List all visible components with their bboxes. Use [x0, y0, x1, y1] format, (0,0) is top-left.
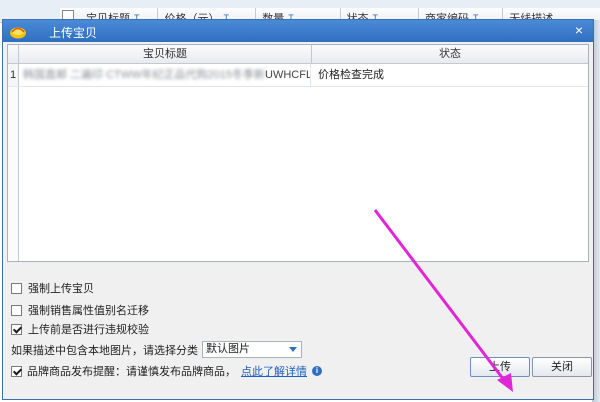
option-force-sales-attr[interactable]: 强制销售属性值别名迁移	[11, 302, 149, 318]
upload-button[interactable]: 上传	[470, 357, 530, 377]
brand-reminder-row[interactable]: 品牌商品发布提醒：请谨慎发布品牌商品， 点此了解详情 i	[11, 363, 322, 379]
force-sales-attr-checkbox[interactable]	[11, 304, 22, 316]
close-icon[interactable]: ×	[571, 22, 587, 38]
grid-header-title[interactable]: 宝贝标题	[19, 45, 312, 63]
row-number: 1	[8, 64, 19, 86]
grid-row-header-strip	[8, 87, 19, 261]
row-item-sku: UWHCFL0100	[265, 69, 310, 81]
grid-header-status[interactable]: 状态	[312, 45, 588, 63]
force-upload-label: 强制上传宝贝	[28, 283, 94, 295]
option-force-upload[interactable]: 强制上传宝贝	[11, 280, 94, 296]
grid-header-corner	[8, 45, 19, 63]
force-sales-attr-label: 强制销售属性值别名迁移	[28, 305, 149, 317]
category-prompt: 如果描述中包含本地图片，请选择分类	[11, 344, 198, 357]
close-button[interactable]: 关闭	[532, 357, 592, 377]
pre-check-checkbox[interactable]	[11, 323, 22, 335]
force-upload-checkbox[interactable]	[11, 282, 22, 294]
info-icon[interactable]: i	[312, 366, 322, 376]
row-item-title: 韩国直邮 二遍印 CTWW年纪正品代购2015冬季新UWHCFL0100	[19, 64, 311, 86]
brand-reminder-label: 品牌商品发布提醒：请谨慎发布品牌商品，	[27, 366, 236, 378]
pre-check-label: 上传前是否进行违规校验	[28, 324, 149, 336]
category-row: 如果描述中包含本地图片，请选择分类 默认图片	[11, 341, 302, 358]
upload-items-grid: 宝贝标题 状态 1 韩国直邮 二遍印 CTWW年纪正品代购2015冬季新UWHC…	[7, 44, 589, 262]
dialog-title: 上传宝贝	[49, 26, 98, 40]
chevron-down-icon[interactable]	[289, 347, 297, 352]
table-row[interactable]: 1 韩国直邮 二遍印 CTWW年纪正品代购2015冬季新UWHCFL0100 价…	[8, 64, 588, 87]
dialog-titlebar[interactable]: 上传宝贝 ×	[3, 20, 593, 42]
brand-details-link[interactable]: 点此了解详情	[241, 363, 307, 379]
option-pre-check[interactable]: 上传前是否进行违规校验	[11, 321, 149, 337]
grid-header: 宝贝标题 状态	[8, 45, 588, 64]
image-category-select[interactable]: 默认图片	[202, 341, 302, 358]
row-item-status: 价格检查完成	[318, 69, 384, 81]
upload-dialog: 上传宝贝 × 宝贝标题 状态 1 韩国直邮 二遍印 CTWW年纪正品代购2015…	[2, 19, 594, 400]
image-category-value: 默认图片	[206, 343, 250, 355]
row-item-title-blurred: 韩国直邮 二遍印 CTWW年纪正品代购2015冬季新	[23, 69, 266, 81]
app-logo-icon	[10, 27, 26, 39]
brand-reminder-checkbox[interactable]	[11, 365, 22, 377]
